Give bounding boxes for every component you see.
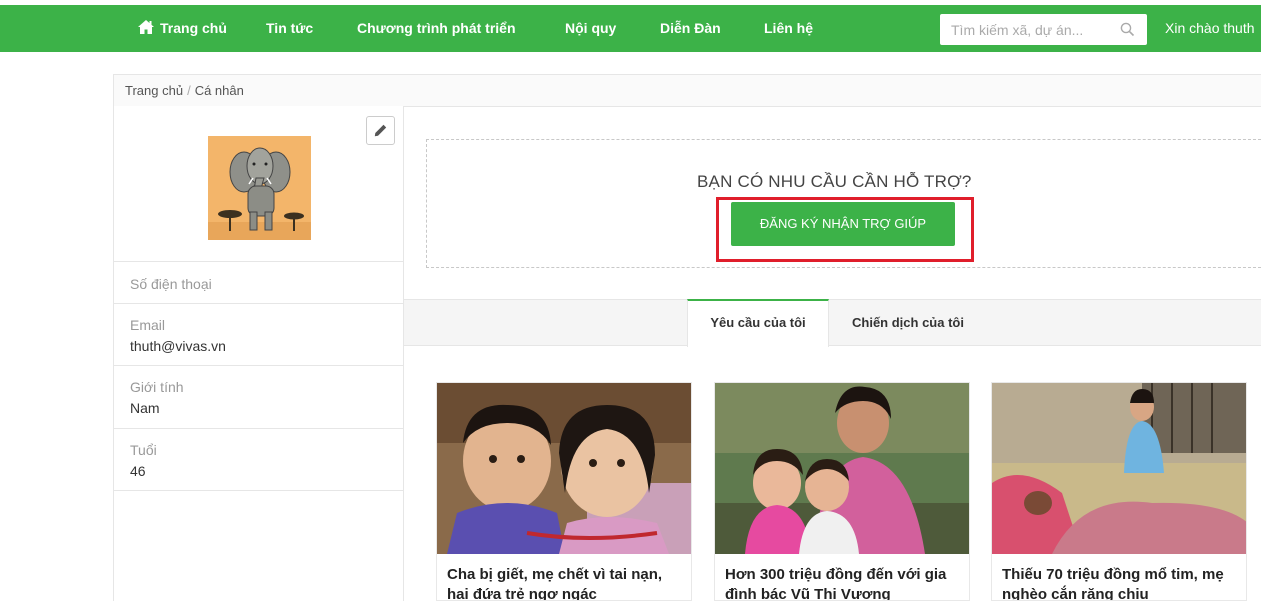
nav-item-rules[interactable]: Nội quy [565,5,616,52]
pencil-icon [374,124,387,137]
story-card[interactable]: Cha bị giết, mẹ chết vì tai nạn, hai đứa… [436,382,692,601]
gender-row: Giới tính Nam [114,365,403,428]
gender-value: Nam [130,400,160,416]
breadcrumb: Trang chủ / Cá nhân [125,75,244,106]
nav-item-forum[interactable]: Diễn Đàn [660,5,721,52]
avatar [208,136,311,240]
tab-my-campaigns[interactable]: Chiến dịch của tôi [832,299,984,346]
breadcrumb-bar: Trang chủ / Cá nhân [113,74,1261,107]
phone-label: Số điện thoại [130,276,212,292]
age-label: Tuổi [130,442,157,458]
help-title: BẠN CÓ NHU CẦU CẦN HỖ TRỢ? [697,172,972,191]
nav-bar: Trang chủ Tin tức Chương trình phát triể… [0,5,1261,52]
story-image [715,383,969,554]
tab-my-requests[interactable]: Yêu cầu của tôi [687,299,829,347]
story-title[interactable]: Hơn 300 triệu đồng đến với gia đình bác … [725,565,961,600]
breadcrumb-separator: / [187,83,191,98]
age-row: Tuổi 46 [114,428,403,491]
email-value: thuth@vivas.vn [130,338,226,354]
story-image [437,383,691,554]
search-icon[interactable] [1120,22,1135,37]
breadcrumb-current: Cá nhân [194,83,244,98]
breadcrumb-home[interactable]: Trang chủ [125,83,183,98]
search-box [940,14,1147,45]
phone-row: Số điện thoại [114,261,403,303]
age-value: 46 [130,463,146,479]
tabs-bar: Yêu cầu của tôi Chiến dịch của tôi [404,299,1261,347]
nav-item-home[interactable]: Trang chủ [138,5,227,52]
story-card[interactable]: Hơn 300 triệu đồng đến với gia đình bác … [714,382,970,601]
nav-item-news[interactable]: Tin tức [266,5,313,52]
profile-sidebar: Số điện thoại Email thuth@vivas.vn Giới … [113,106,404,601]
story-card[interactable]: Thiếu 70 triệu đồng mổ tim, mẹ nghèo cắn… [991,382,1247,601]
story-image [992,383,1246,554]
email-row: Email thuth@vivas.vn [114,303,403,365]
story-title[interactable]: Cha bị giết, mẹ chết vì tai nạn, hai đứa… [447,565,683,600]
nav-item-contact[interactable]: Liên hệ [764,5,813,52]
home-icon [138,20,154,34]
help-request-box: BẠN CÓ NHU CẦU CẦN HỖ TRỢ? ĐĂNG KÝ NHẬN … [426,139,1261,268]
user-greeting[interactable]: Xin chào thuth [1165,5,1255,52]
register-help-button[interactable]: ĐĂNG KÝ NHẬN TRỢ GIÚP [731,202,955,246]
story-title[interactable]: Thiếu 70 triệu đồng mổ tim, mẹ nghèo cắn… [1002,565,1238,600]
nav-item-label: Trang chủ [160,20,227,36]
gender-label: Giới tính [130,379,184,395]
email-label: Email [130,317,166,333]
search-input[interactable] [940,14,1118,45]
nav-item-programs[interactable]: Chương trình phát triển [357,5,516,52]
edit-profile-button[interactable] [366,116,395,145]
top-navigation: Trang chủ Tin tức Chương trình phát triể… [0,0,1261,55]
